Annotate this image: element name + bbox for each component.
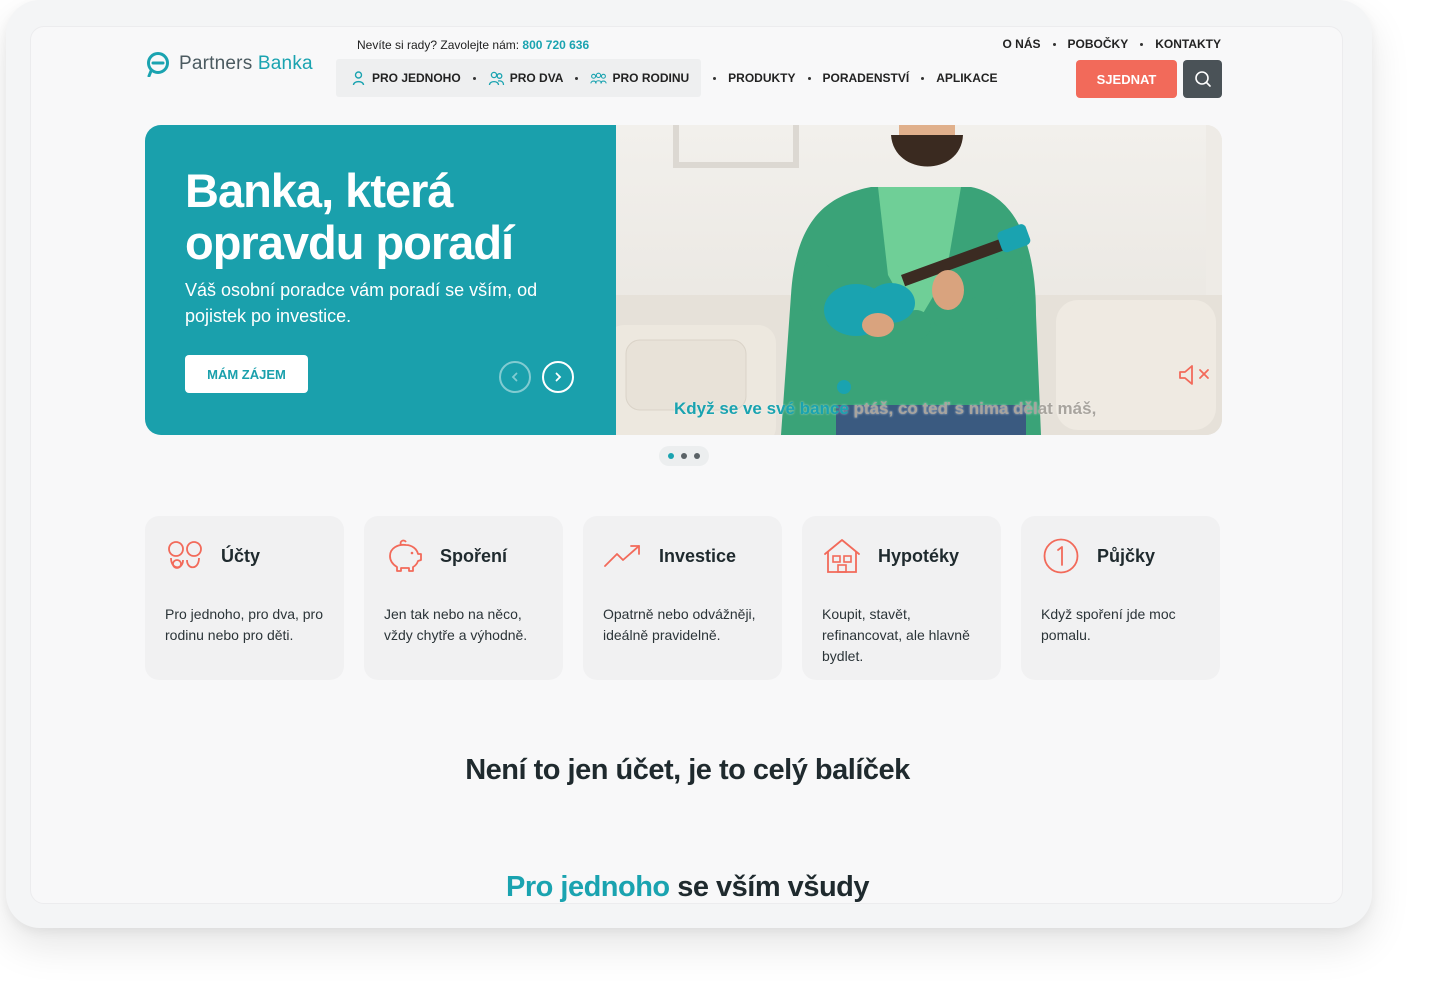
slider-next-button[interactable]: [542, 361, 574, 393]
separator-dot: [921, 76, 925, 80]
card-text: Opatrně nebo odvážněji, ideálně pravidel…: [603, 606, 756, 643]
card-title: Půjčky: [1097, 545, 1156, 566]
separator-dot: [807, 76, 811, 80]
product-nav: PRODUKTY PORADENSTVÍ APLIKACE: [701, 71, 998, 85]
browser-screen: Partners Banka Nevíte si rady? Zavolejte…: [30, 26, 1343, 904]
search-button[interactable]: [1183, 60, 1222, 98]
sjednat-button[interactable]: SJEDNAT: [1076, 60, 1177, 98]
card-pujcky[interactable]: Půjčky Když spoření jde moc pomalu.: [1021, 516, 1220, 680]
slider-dot[interactable]: [668, 453, 674, 459]
logo-icon: [147, 52, 169, 77]
separator-dot: [713, 76, 717, 80]
section-title: Není to jen účet, je to celý balíček: [465, 754, 910, 786]
main-nav: PRO JEDNOHO PRO DVA PRO RODINU PRODUKTY …: [336, 59, 998, 97]
card-investice[interactable]: Investice Opatrně nebo odvážněji, ideáln…: [583, 516, 782, 680]
nav-produkty[interactable]: PRODUKTY: [728, 71, 795, 85]
loan-icon: [1043, 538, 1079, 574]
segment-nav: PRO JEDNOHO PRO DVA PRO RODINU: [336, 59, 702, 97]
top-link-o-nas[interactable]: O NÁS: [1003, 37, 1041, 51]
card-sporeni[interactable]: Spoření Jen tak nebo na něco, vždy chytř…: [364, 516, 563, 680]
card-title: Hypotéky: [878, 545, 960, 566]
hero-subtitle: Váš osobní poradce vám poradí se vším, o…: [185, 280, 538, 326]
card-hypoteky[interactable]: Hypotéky Koupit, stavět, refinancovat, a…: [802, 516, 1001, 680]
separator-dot: [575, 76, 579, 80]
nav-pro-jednoho[interactable]: PRO JEDNOHO: [350, 70, 461, 86]
card-text: Koupit, stavět, refinancovat, ale hlavně…: [822, 606, 970, 664]
section-subtitle-rest: se vším všudy: [669, 871, 869, 903]
person-icon: [352, 70, 365, 85]
family-icon: [590, 72, 608, 84]
slider-prev-button[interactable]: [499, 361, 531, 393]
card-title: Spoření: [440, 545, 508, 566]
slider-pagination: [659, 446, 709, 466]
two-people-icon: [488, 71, 504, 85]
hotline: Nevíte si rady? Zavolejte nám: 800 720 6…: [357, 38, 589, 52]
card-ucty[interactable]: Účty Pro jednoho, pro dva, pro rodinu ne…: [145, 516, 344, 680]
card-title: Účty: [221, 545, 261, 566]
nav-label: PRO DVA: [509, 71, 564, 85]
top-link-pobocky[interactable]: POBOČKY: [1068, 37, 1129, 51]
nav-label: PRO JEDNOHO: [372, 71, 461, 85]
chevron-left-icon: [511, 372, 518, 382]
hero-slider: Banka, která opravdu poradí Váš osobní p…: [145, 125, 1222, 435]
logo-text: Partners Banka: [179, 53, 313, 74]
nav-aplikace[interactable]: APLIKACE: [936, 71, 997, 85]
card-text: Když spoření jde moc pomalu.: [1041, 606, 1176, 643]
hero-title: Banka, která opravdu poradí: [185, 164, 514, 269]
mute-button[interactable]: [1176, 363, 1216, 392]
search-icon: [1194, 71, 1211, 87]
separator-dot: [1052, 42, 1056, 46]
piggy-bank-icon: [389, 539, 422, 572]
slider-dot[interactable]: [681, 453, 687, 459]
nav-pro-dva[interactable]: PRO DVA: [488, 71, 564, 86]
nav-poradenstvi[interactable]: PORADENSTVÍ: [823, 71, 910, 85]
chevron-right-icon: [555, 372, 562, 382]
section-subtitle-highlight: Pro jednoho: [505, 871, 670, 903]
hotline-text: Nevíte si rady? Zavolejte nám:: [357, 38, 520, 52]
hotline-number[interactable]: 800 720 636: [522, 38, 589, 52]
section-subtitle: Pro jednoho se vším všudy: [31, 871, 1342, 903]
nav-label: PRO RODINU: [612, 71, 690, 85]
slider-dot[interactable]: [694, 453, 700, 459]
separator-dot: [472, 76, 476, 80]
product-cards: Účty Pro jednoho, pro dva, pro rodinu ne…: [145, 516, 1220, 680]
card-text: Jen tak nebo na něco, vždy chytře a výho…: [384, 606, 528, 643]
trend-up-icon: [604, 545, 640, 567]
card-text: Pro jednoho, pro dva, pro rodinu nebo pr…: [165, 606, 323, 643]
hero-text-panel: Banka, která opravdu poradí Váš osobní p…: [145, 125, 616, 435]
hero-video[interactable]: Když se ve své bance ptáš, co teď s nima…: [616, 125, 1222, 435]
logo[interactable]: Partners Banka: [145, 51, 313, 77]
mam-zajem-button[interactable]: MÁM ZÁJEM: [185, 355, 308, 393]
man-with-ukulele-image: [616, 125, 1222, 435]
video-caption: Když se ve své bance ptáš, co teď s nima…: [674, 399, 1097, 418]
house-icon: [824, 539, 860, 573]
top-links: O NÁS POBOČKY KONTAKTY: [1003, 37, 1221, 51]
speaker-muted-icon: [1179, 365, 1209, 385]
top-link-kontakty[interactable]: KONTAKTY: [1155, 37, 1221, 51]
nav-pro-rodinu[interactable]: PRO RODINU: [590, 71, 689, 86]
card-title: Investice: [659, 545, 737, 566]
accounts-icon: [168, 541, 202, 569]
separator-dot: [1140, 42, 1144, 46]
